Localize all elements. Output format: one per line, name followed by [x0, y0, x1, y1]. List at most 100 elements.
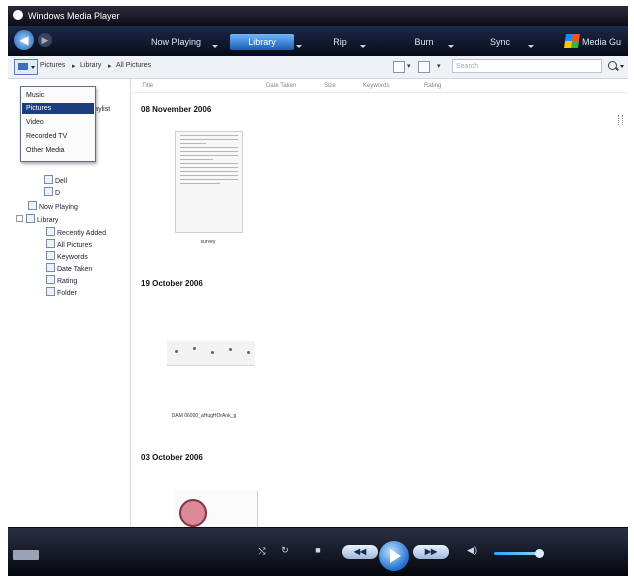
sidebar-item-folder[interactable]: Folder — [46, 287, 77, 297]
sidebar-item-label: Now Playing — [39, 204, 78, 211]
app-icon — [13, 10, 23, 20]
repeat-icon[interactable]: ↻ — [278, 545, 292, 556]
shuffle-icon[interactable]: ⤭ — [255, 546, 269, 557]
volume-slider-handle[interactable] — [535, 549, 544, 558]
window-title: Windows Media Player — [28, 11, 120, 21]
folder-icon — [44, 187, 53, 196]
image-detail — [193, 347, 196, 350]
sidebar-item-label: Date Taken — [57, 266, 93, 273]
breadcrumb-separator-icon: ▸ — [108, 63, 112, 70]
scrollbar-grip[interactable] — [618, 115, 623, 125]
picture-thumbnail[interactable] — [167, 341, 255, 366]
view-options-icon[interactable] — [418, 61, 430, 73]
folder-icon — [46, 239, 55, 248]
column-header-title[interactable]: Title — [142, 83, 153, 89]
sidebar-item-recently-added[interactable]: Recently Added — [46, 227, 106, 237]
group-header-date: 08 November 2006 — [141, 105, 212, 114]
stop-icon[interactable]: ■ — [311, 545, 325, 555]
menu-item-music[interactable]: Music — [22, 90, 94, 101]
column-header-size[interactable]: Size — [324, 83, 336, 89]
chevron-down-icon[interactable]: ▾ — [437, 62, 441, 70]
breadcrumb-pictures[interactable]: Pictures — [40, 62, 65, 69]
previous-button[interactable]: ◀◀ — [342, 545, 378, 559]
category-button[interactable] — [14, 59, 38, 75]
menu-item-recorded-tv[interactable]: Recorded TV — [22, 131, 94, 142]
picture-caption: DAM 06000_aHugHOrAnk_g — [171, 413, 237, 419]
next-button[interactable]: ▶▶ — [413, 545, 449, 559]
sidebar-item-now-playing[interactable]: Now Playing — [28, 201, 78, 211]
sidebar-item-label: All Pictures — [57, 242, 93, 249]
play-button[interactable] — [379, 541, 409, 571]
chevron-down-icon — [31, 66, 35, 69]
sidebar-item-label: Rating — [57, 278, 78, 285]
cartoon-image — [179, 499, 207, 527]
image-detail — [229, 348, 232, 351]
picture-caption: survey — [200, 239, 216, 245]
search-icon[interactable] — [608, 61, 617, 70]
pictures-category-icon — [18, 63, 28, 70]
collapse-icon[interactable] — [16, 215, 23, 222]
chevron-down-icon[interactable] — [448, 45, 454, 48]
sidebar-item-label: Folder — [57, 290, 77, 297]
column-header-date-taken[interactable]: Date Taken — [266, 83, 296, 89]
column-header-rating[interactable]: Rating — [424, 83, 441, 89]
folder-icon — [46, 263, 55, 272]
tab-library[interactable]: Library — [230, 34, 294, 50]
breadcrumb-library[interactable]: Library — [80, 62, 101, 69]
playback-controls: ⤭ ↻ ■ ◀◀ ▶▶ ◀) — [8, 528, 628, 576]
column-header-keywords[interactable]: Keywords — [363, 83, 389, 89]
tab-rip[interactable]: Rip — [320, 34, 360, 50]
image-detail — [175, 350, 178, 353]
picture-thumbnail[interactable] — [175, 491, 258, 527]
tab-sync[interactable]: Sync — [480, 34, 520, 50]
sidebar-item-date-taken[interactable]: Date Taken — [46, 263, 92, 273]
menu-item-video[interactable]: Video — [22, 117, 94, 128]
layout-options-icon[interactable] — [393, 61, 405, 73]
library-content: Title Date Taken Size Keywords Rating 08… — [131, 79, 628, 527]
library-toolbar: Pictures ▸ Library ▸ All Pictures ▾ ▾ Se… — [8, 56, 628, 79]
document-image — [176, 135, 242, 184]
sidebar-item-library[interactable]: Library — [16, 214, 58, 224]
folder-icon — [46, 275, 55, 284]
forward-button[interactable]: ▶ — [38, 33, 52, 47]
breadcrumb-separator-icon: ▸ — [72, 63, 76, 70]
switch-view-icon[interactable] — [13, 550, 39, 560]
chevron-down-icon[interactable]: ▾ — [407, 62, 411, 70]
sidebar-item-dell[interactable]: Dell — [44, 175, 67, 185]
chevron-down-icon[interactable] — [620, 65, 624, 68]
back-button[interactable]: ◀ — [14, 30, 34, 50]
chevron-down-icon[interactable] — [296, 45, 302, 48]
tab-burn[interactable]: Burn — [404, 34, 444, 50]
group-header-date: 03 October 2006 — [141, 453, 203, 462]
folder-icon — [46, 287, 55, 296]
folder-icon — [46, 251, 55, 260]
menu-item-pictures[interactable]: Pictures — [22, 103, 94, 114]
windows-logo-icon — [564, 34, 580, 48]
media-player-window: Windows Media Player ◀ ▶ Now Playing Lib… — [8, 6, 628, 576]
group-header-date: 19 October 2006 — [141, 279, 203, 288]
sidebar-item-d[interactable]: D — [44, 187, 60, 197]
now-playing-icon — [28, 201, 37, 210]
search-input[interactable]: Search — [452, 59, 602, 73]
sidebar-item-rating[interactable]: Rating — [46, 275, 77, 285]
picture-thumbnail[interactable] — [175, 131, 243, 233]
title-bar: Windows Media Player — [8, 6, 628, 26]
chevron-down-icon[interactable] — [360, 45, 366, 48]
sidebar-item-all-pictures[interactable]: All Pictures — [46, 239, 92, 249]
image-detail — [247, 351, 250, 354]
sidebar-item-keywords[interactable]: Keywords — [46, 251, 88, 261]
nav-bar: ◀ ▶ Now Playing Library Rip Burn Sync Me… — [8, 26, 628, 56]
chevron-down-icon[interactable] — [528, 45, 534, 48]
tab-media-guide[interactable]: Media Gu — [582, 34, 628, 50]
image-detail — [211, 351, 214, 354]
sidebar-item-label: Dell — [55, 178, 68, 185]
tab-now-playing[interactable]: Now Playing — [136, 34, 216, 50]
folder-icon — [44, 175, 53, 184]
sidebar-item-label: Library — [37, 217, 59, 224]
volume-icon[interactable]: ◀) — [464, 545, 480, 556]
column-divider — [131, 92, 628, 93]
library-icon — [26, 214, 35, 223]
menu-item-other-media[interactable]: Other Media — [22, 145, 94, 156]
breadcrumb-all-pictures[interactable]: All Pictures — [116, 62, 151, 69]
chevron-down-icon[interactable] — [212, 45, 218, 48]
